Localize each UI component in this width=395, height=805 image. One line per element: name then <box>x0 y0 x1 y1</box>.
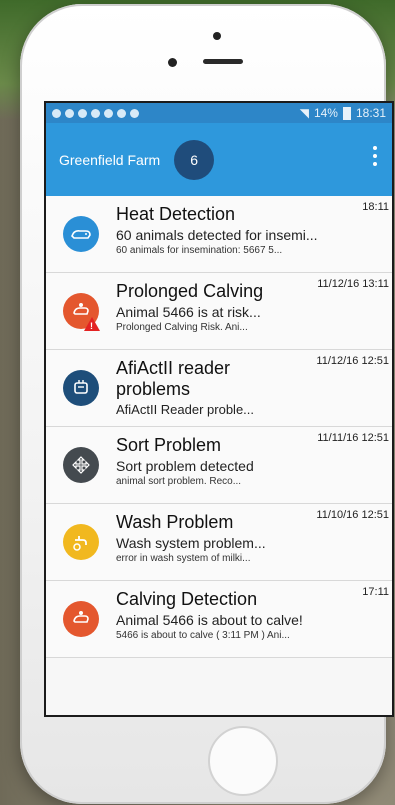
alert-summary: Sort problem detected <box>116 458 254 474</box>
sensor <box>168 58 177 67</box>
notification-icon <box>104 108 113 118</box>
alert-time: 11/12/16 13:11 <box>317 278 389 290</box>
wifi-icon: ◥ <box>299 106 309 120</box>
alert-summary: AfiActII Reader proble... <box>116 402 255 417</box>
reader-icon <box>46 350 116 426</box>
alert-time: 17:11 <box>362 586 389 598</box>
overflow-menu-icon[interactable] <box>372 146 378 166</box>
alert-time: 11/11/16 12:51 <box>317 432 389 444</box>
alert-title-line2: problems <box>116 379 191 399</box>
sort-arrows-icon <box>46 427 116 503</box>
alert-time: 11/10/16 12:51 <box>316 509 389 521</box>
phone-screen: ◥ 14% 18:31 Greenfield Farm 6 Heat Detec… <box>44 101 394 717</box>
battery-level: 14% <box>313 106 338 120</box>
notification-icon <box>130 108 139 118</box>
camera <box>213 32 221 40</box>
app-bar: Greenfield Farm 6 <box>46 123 392 196</box>
alert-detail: error in wash system of milki... <box>116 553 251 564</box>
notification-icon <box>78 108 87 118</box>
alert-summary: Animal 5466 is at risk... <box>116 304 261 320</box>
alert-summary: Animal 5466 is about to calve! <box>116 612 303 628</box>
speaker <box>203 59 243 64</box>
alert-detail: Prolonged Calving Risk. Ani... <box>116 322 248 333</box>
alert-count-badge[interactable]: 6 <box>174 139 215 180</box>
clock: 18:31 <box>355 106 386 120</box>
battery-icon <box>342 106 351 120</box>
alert-title: Calving Detection <box>116 589 258 609</box>
alert-time: 18:11 <box>362 201 389 213</box>
alert-item-reader-problems[interactable]: AfiActII reader problems AfiActII Reader… <box>46 350 392 427</box>
alert-detail: 5466 is about to calve ( 3:11 PM ) Ani..… <box>116 630 290 641</box>
calving-warning-icon: ! <box>46 273 116 349</box>
app-title: Greenfield Farm <box>59 151 161 168</box>
notification-icon <box>91 108 100 118</box>
alert-summary: 60 animals detected for insemi... <box>116 227 318 243</box>
alert-item-calving-detection[interactable]: Calving Detection Animal 5466 is about t… <box>46 581 392 658</box>
wash-faucet-icon <box>46 504 116 580</box>
status-bar: ◥ 14% 18:31 <box>46 103 392 123</box>
status-right: ◥ 14% 18:31 <box>300 106 386 120</box>
notification-icon <box>65 108 74 118</box>
notification-icons <box>52 108 139 118</box>
alert-item-wash-problem[interactable]: Wash Problem Wash system problem... erro… <box>46 504 392 581</box>
alert-item-prolonged-calving[interactable]: ! Prolonged Calving Animal 5466 is at ri… <box>46 273 392 350</box>
notification-icon <box>117 108 126 118</box>
alert-time: 11/12/16 12:51 <box>316 355 389 367</box>
notification-icon <box>52 108 61 118</box>
calving-icon <box>46 581 116 657</box>
alert-detail: animal sort problem. Reco... <box>116 476 242 487</box>
home-button[interactable] <box>208 726 278 796</box>
alert-item-sort-problem[interactable]: Sort Problem Sort problem detected anima… <box>46 427 392 504</box>
alert-detail: 60 animals for insemination: 5667 5... <box>116 245 283 256</box>
cow-heat-icon <box>46 196 116 272</box>
alert-item-heat-detection[interactable]: Heat Detection 60 animals detected for i… <box>46 196 392 273</box>
alert-title: Heat Detection <box>116 204 236 224</box>
alert-summary: Wash system problem... <box>116 535 266 551</box>
alert-list: Heat Detection 60 animals detected for i… <box>46 196 392 658</box>
